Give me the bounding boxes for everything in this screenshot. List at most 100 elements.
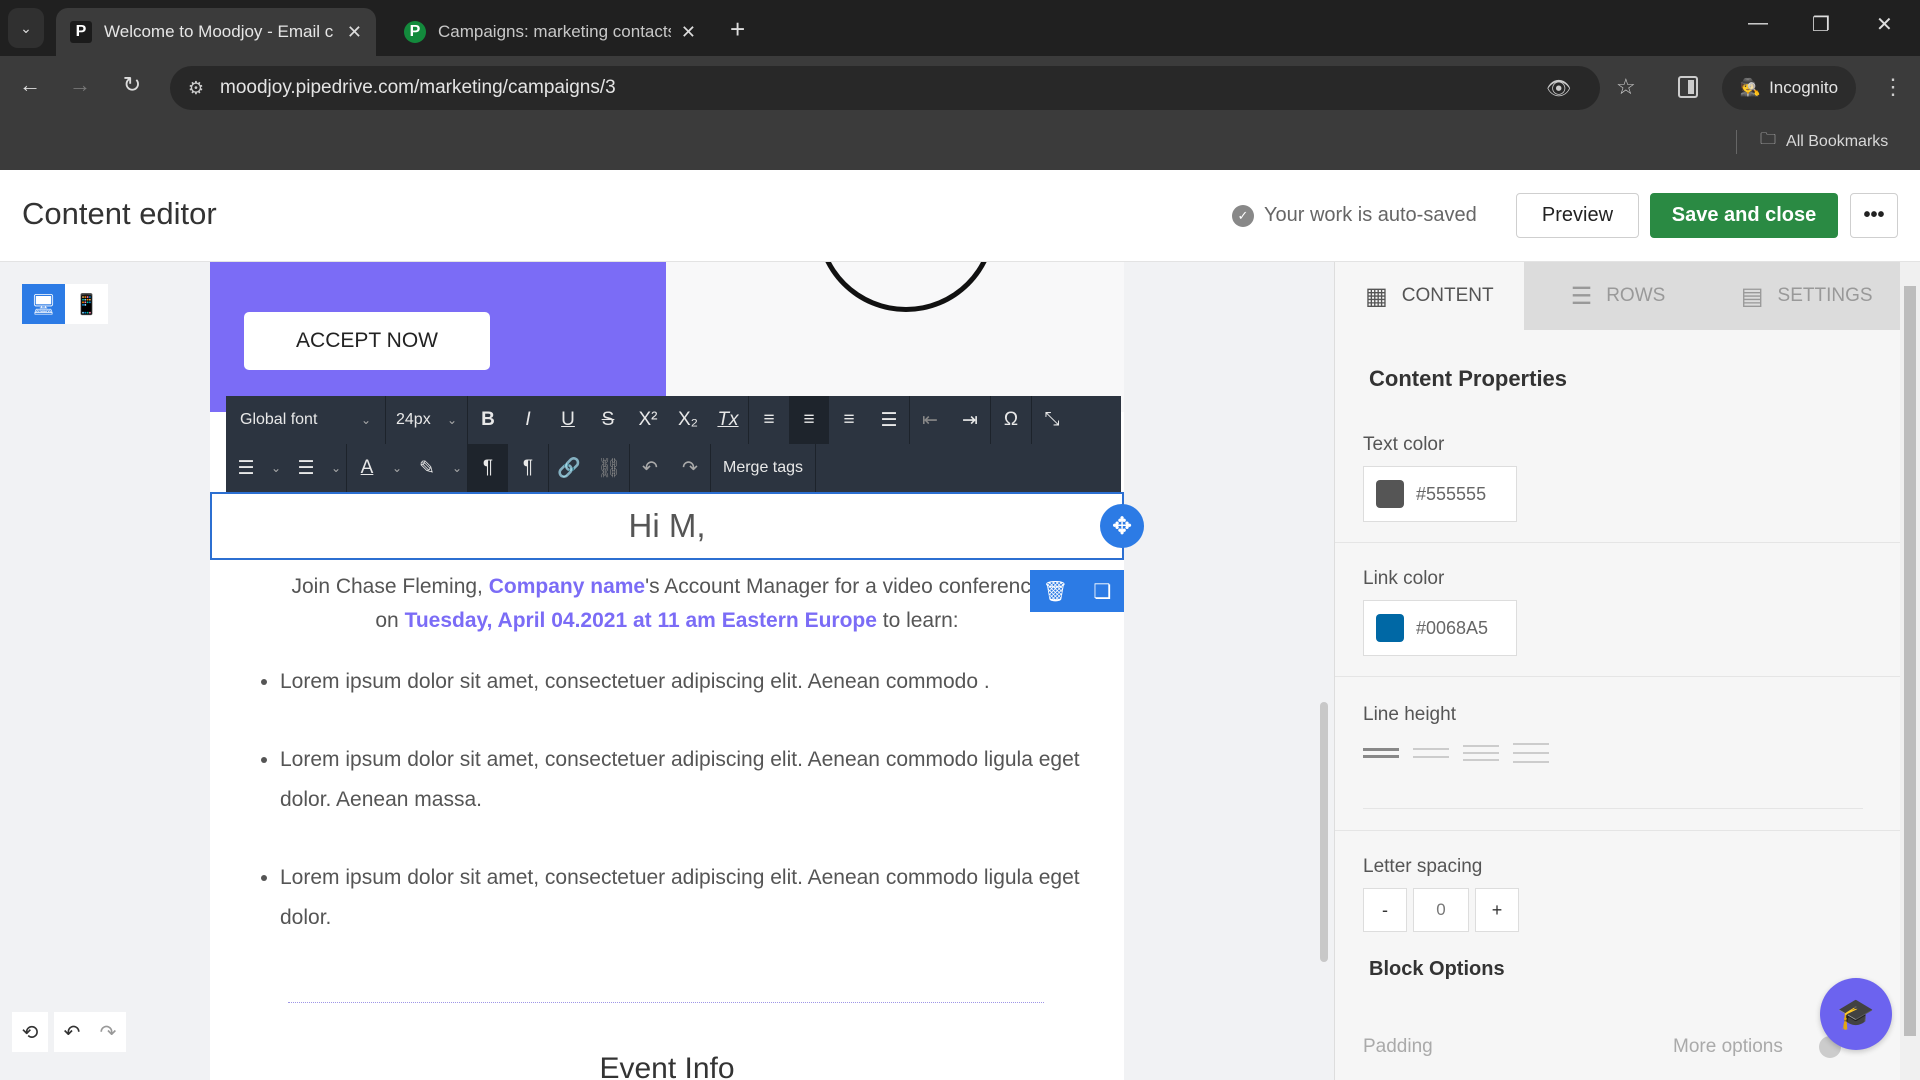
unlink-icon[interactable]: ⛓ [589,444,629,492]
side-panel-icon[interactable] [1678,76,1698,98]
link-color-swatch[interactable] [1376,614,1404,642]
eye-off-icon[interactable]: 👁 [1546,76,1571,101]
restore-icon[interactable]: ❐ [1812,12,1830,37]
link-icon[interactable]: 🔗 [549,444,589,492]
new-tab-button[interactable]: + [730,14,745,45]
line-height-option-2[interactable] [1413,740,1449,766]
forward-icon[interactable]: → [64,72,96,98]
accept-now-button[interactable]: ACCEPT NOW [244,312,490,370]
more-options-button[interactable]: ••• [1850,193,1898,238]
more-options-label: More options [1673,1036,1783,1057]
underline-icon[interactable]: U [548,396,588,444]
browser-menu-icon[interactable]: ⋮ [1882,74,1904,100]
duplicate-icon[interactable]: ❏ [1093,579,1111,604]
text-color-icon[interactable]: A [347,444,387,492]
window-close-icon[interactable]: ✕ [1876,12,1893,37]
tab-content[interactable]: ▦ CONTENT [1335,262,1524,330]
browser-tab-campaigns[interactable]: P Campaigns: marketing contacts ✕ [390,8,710,56]
align-left-icon[interactable]: ≡ [749,396,789,444]
line-height-option-1[interactable] [1363,740,1399,766]
collapse-toolbar-icon[interactable]: ⤡ [1032,396,1072,444]
bullet-list[interactable]: Lorem ipsum dolor sit amet, consectetuer… [260,662,1100,976]
tab-rows[interactable]: ☰ ROWS [1523,262,1713,330]
canvas-scrollbar[interactable] [1320,702,1328,962]
undo-button[interactable]: ↶ [54,1012,90,1052]
reload-icon[interactable]: ↻ [116,72,148,98]
highlight-icon[interactable]: ✎ [407,444,447,492]
outdent-icon[interactable]: ⇤ [910,396,950,444]
bookmarks-separator [1736,130,1737,154]
merge-tags-button[interactable]: Merge tags [711,444,815,492]
greeting-text-block[interactable]: Hi M, [210,492,1124,560]
special-characters-icon[interactable]: Ω [991,396,1031,444]
delete-icon[interactable]: 🗑 [1043,579,1068,604]
chevron-down-icon[interactable]: ⌄ [447,444,467,492]
redo-button[interactable]: ↷ [90,1012,126,1052]
event-info-heading[interactable]: Event Info [210,1052,1124,1080]
font-size-select[interactable]: 24px ⌄ [386,396,468,444]
superscript-icon[interactable]: X² [628,396,668,444]
letter-spacing-increase-button[interactable]: + [1475,888,1519,932]
align-justify-icon[interactable]: ☰ [869,396,909,444]
tab-close-icon[interactable]: ✕ [681,22,696,43]
align-right-icon[interactable]: ≡ [829,396,869,444]
save-and-close-button[interactable]: Save and close [1650,193,1838,238]
url-text[interactable]: moodjoy.pipedrive.com/marketing/campaign… [220,77,616,99]
all-bookmarks-button[interactable]: 🗀 All Bookmarks [1760,128,1888,155]
panel-tabs: ▦ CONTENT ☰ ROWS ▤ SETTINGS [1335,262,1902,330]
text-color-value[interactable]: #555555 [1416,484,1486,505]
tab-close-icon[interactable]: ✕ [347,22,362,43]
italic-icon[interactable]: I [508,396,548,444]
event-date-highlight[interactable]: Tuesday, April 04.2021 at 11 am Eastern … [405,609,877,632]
chevron-down-icon[interactable]: ⌄ [266,444,286,492]
subscript-icon[interactable]: X₂ [668,396,708,444]
tab-settings[interactable]: ▤ SETTINGS [1712,262,1902,330]
mobile-view-button[interactable]: 📱 [65,284,108,324]
intro-paragraph[interactable]: Join Chase Fleming, Company name's Accou… [210,570,1124,638]
chevron-down-icon[interactable]: ⌄ [387,444,407,492]
panel-scrollbar[interactable] [1900,262,1920,1080]
link-color-value[interactable]: #0068A5 [1416,618,1488,639]
address-bar[interactable]: ⚙ moodjoy.pipedrive.com/marketing/campai… [170,66,1636,110]
tab-search-dropdown[interactable]: ⌄ [8,8,44,48]
desktop-view-button[interactable]: 🖥 [22,284,65,324]
tab-label: ROWS [1606,285,1666,306]
preview-button[interactable]: Preview [1516,193,1639,238]
move-icon[interactable]: ✥ [1100,504,1144,548]
browser-tab-welcome[interactable]: P Welcome to Moodjoy - Email c ✕ [56,8,376,56]
help-academy-button[interactable]: 🎓 [1820,978,1892,1050]
redo-icon[interactable]: ↷ [670,444,710,492]
check-circle-icon: ✓ [1232,204,1254,227]
letter-spacing-input[interactable]: 0 [1413,888,1469,932]
back-icon[interactable]: ← [14,72,46,98]
indent-icon[interactable]: ⇥ [950,396,990,444]
chevron-down-icon[interactable]: ⌄ [326,444,346,492]
undo-icon[interactable]: ↶ [630,444,670,492]
line-height-option-4[interactable] [1513,740,1549,766]
panel-scrollbar-thumb[interactable] [1904,286,1916,1036]
greeting-text[interactable]: Hi M, [629,507,706,545]
incognito-profile-button[interactable]: 🕵 Incognito [1722,66,1856,110]
letter-spacing-decrease-button[interactable]: - [1363,888,1407,932]
align-center-icon[interactable]: ≡ [789,396,829,444]
ordered-list-icon[interactable]: ☰ [226,444,266,492]
rtl-direction-icon[interactable]: ¶ [508,444,548,492]
line-height-option-3[interactable] [1463,740,1499,766]
ltr-direction-icon[interactable]: ¶ [468,444,508,492]
chevron-down-icon: ⌄ [20,19,32,36]
text-color-swatch[interactable] [1376,480,1404,508]
bullet-list-icon[interactable]: ☰ [286,444,326,492]
link-color-field[interactable]: #0068A5 [1363,600,1517,656]
dotted-divider [288,1002,1044,1003]
history-button[interactable]: ⟲ [12,1012,48,1052]
font-family-select[interactable]: Global font ⌄ [226,396,386,444]
site-info-icon[interactable]: ⚙ [176,78,216,99]
text-color-field[interactable]: #555555 [1363,466,1517,522]
autosave-text: Your work is auto-saved [1264,204,1477,226]
bold-icon[interactable]: B [468,396,508,444]
clear-format-icon[interactable]: Tx [708,396,748,444]
minimize-icon[interactable]: — [1748,12,1768,35]
strikethrough-icon[interactable]: S [588,396,628,444]
company-name-merge-tag[interactable]: Company name [489,575,645,598]
bookmark-star-icon[interactable]: ☆ [1616,74,1636,100]
